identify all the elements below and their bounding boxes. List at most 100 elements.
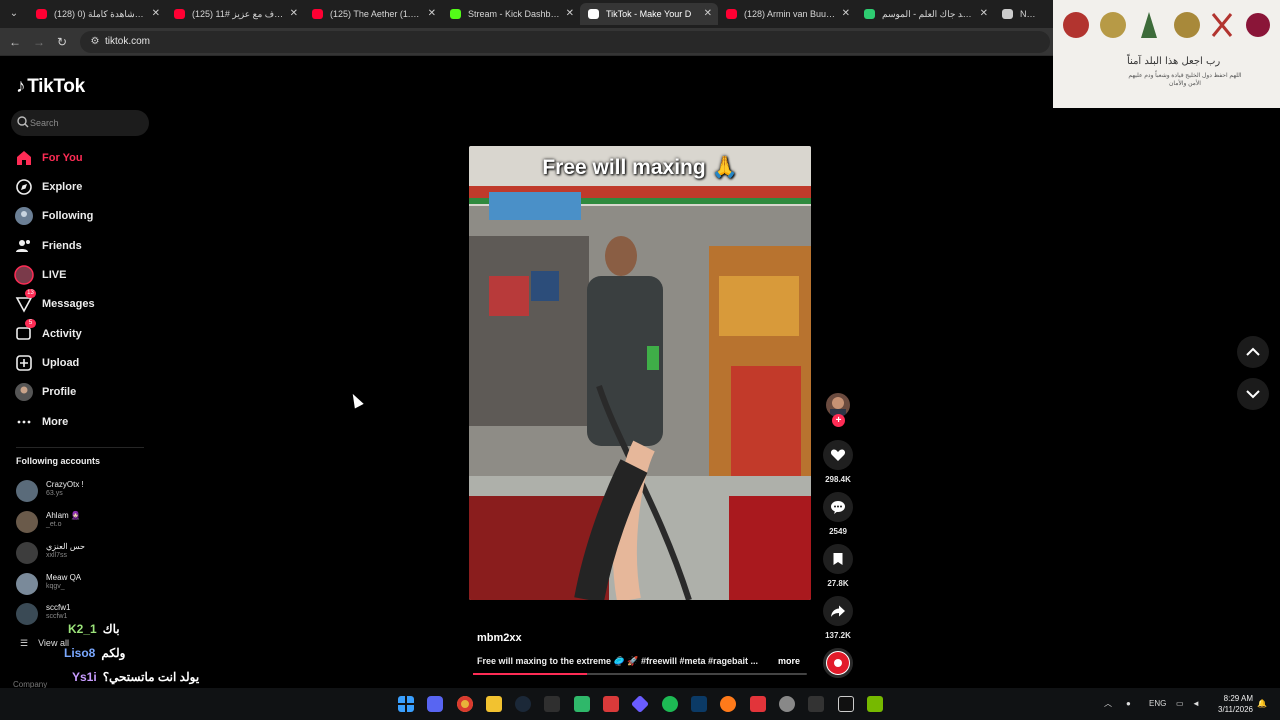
browser-tab[interactable]: (128) البرت شاهدة كاملة (0 ✕ xyxy=(28,3,166,25)
sidebar-item-label: Following xyxy=(42,210,94,222)
sidebar-item-live[interactable]: LIVE xyxy=(14,263,154,287)
tab-favicon-icon xyxy=(864,9,875,19)
tab-close-icon[interactable]: ✕ xyxy=(566,3,574,25)
notification-bell-icon[interactable]: 🔔 xyxy=(1257,688,1267,720)
browser-tab[interactable]: Stream - Kick Dashboard ✕ xyxy=(442,3,580,25)
music-disc-icon[interactable] xyxy=(823,648,853,678)
site-info-icon[interactable]: ⚙ xyxy=(88,35,102,49)
tiktok-note-icon: ♪ xyxy=(16,76,26,97)
red-app-icon[interactable] xyxy=(750,696,766,712)
sidebar-item-explore[interactable]: Explore xyxy=(14,175,154,199)
game-launcher-icon[interactable] xyxy=(574,696,590,712)
sidebar-item-activity[interactable]: 5 Activity xyxy=(14,319,154,346)
sidebar-item-upload[interactable]: Upload xyxy=(14,351,154,375)
following-account[interactable]: حس العنزي xxll7ss xyxy=(16,542,146,568)
video-player[interactable]: Free will maxing 🙏 xyxy=(469,146,811,600)
tab-close-icon[interactable]: ✕ xyxy=(428,3,436,25)
video-author[interactable]: mbm2xx xyxy=(477,632,522,644)
view-all-link[interactable]: ☰ View all xyxy=(20,638,69,649)
forward-arrow-icon[interactable]: → xyxy=(31,34,47,50)
back-arrow-icon[interactable]: ← xyxy=(7,34,23,50)
previous-video-button[interactable] xyxy=(1237,336,1269,368)
share-action[interactable]: 137.2K xyxy=(823,596,853,640)
adobe-icon[interactable] xyxy=(603,696,619,712)
live-avatar-icon xyxy=(14,265,34,285)
chevron-up-icon xyxy=(1246,347,1260,356)
browser-tab[interactable]: (128) Armin van Buuren - ✕ xyxy=(718,3,856,25)
steam-icon[interactable] xyxy=(515,696,531,712)
like-action[interactable]: 298.4K xyxy=(823,440,853,484)
epic-games-icon[interactable] xyxy=(838,696,854,712)
notification-badge: 5 xyxy=(25,319,36,328)
tab-search-chevron-icon[interactable]: ⌄ xyxy=(6,6,22,22)
sidebar-item-following[interactable]: Following xyxy=(14,204,154,228)
tab-favicon-icon xyxy=(312,9,323,19)
sidebar-item-more[interactable]: More xyxy=(14,410,154,434)
more-button[interactable]: more xyxy=(778,656,800,666)
browser-tab[interactable]: TikTok - Make Your D ✕ xyxy=(580,3,718,25)
music-disc-image xyxy=(827,652,849,674)
sidebar-item-label: Explore xyxy=(42,181,83,193)
browser-tab[interactable]: New Tab xyxy=(994,3,1054,25)
streaming-app-icon[interactable] xyxy=(630,694,650,714)
sidebar-item-friends[interactable]: Friends xyxy=(14,234,154,258)
chat-message: Liso8 ولكم xyxy=(64,646,125,660)
video-description: Free will maxing to the extreme 🥏 🚀 #fre… xyxy=(477,656,759,666)
following-account[interactable]: Meaw QA kqgv_ xyxy=(16,573,146,599)
tray-chevron-up-icon[interactable]: ︿ xyxy=(1104,688,1112,720)
friends-icon xyxy=(14,236,34,256)
app-icon[interactable] xyxy=(691,696,707,712)
avatar xyxy=(16,511,38,533)
browser-tab[interactable]: (125) The Aether (1.20.1) ✕ xyxy=(304,3,442,25)
sidebar-item-messages[interactable]: 13 Messages xyxy=(14,289,154,316)
browser-tab[interactable]: (125) حروف مع عزيز #11 ✕ xyxy=(166,3,304,25)
address-bar[interactable]: ⚙ tiktok.com xyxy=(80,31,1050,53)
save-action[interactable]: 27.8K xyxy=(823,544,853,588)
account-handle: _et.o xyxy=(46,521,62,528)
reload-icon[interactable]: ↻ xyxy=(54,34,70,50)
sidebar-item-profile[interactable]: Profile xyxy=(14,380,154,404)
search-input[interactable]: Search xyxy=(11,110,149,136)
sidebar-item-for-you[interactable]: For You xyxy=(14,146,154,170)
search-icon xyxy=(17,116,29,128)
tab-close-icon[interactable]: ✕ xyxy=(704,3,712,25)
video-frame xyxy=(469,146,811,600)
chat-text: باك xyxy=(102,622,120,636)
comment-count: 2549 xyxy=(829,527,847,536)
following-account[interactable]: CrazyOtx ! 63.ys xyxy=(16,480,146,506)
discord-icon[interactable] xyxy=(427,696,443,712)
sidebar-item-label: Profile xyxy=(42,386,77,398)
firefox-icon[interactable] xyxy=(720,696,736,712)
video-progress-bar[interactable] xyxy=(473,673,807,675)
windows-start-icon[interactable] xyxy=(398,696,414,712)
tiktok-logo[interactable]: ♪ TikTok xyxy=(16,76,85,98)
language-indicator[interactable]: ENG xyxy=(1149,688,1166,720)
chat-username: Liso8 xyxy=(64,646,96,660)
account-handle: xxll7ss xyxy=(46,552,68,559)
chrome-icon[interactable] xyxy=(457,696,473,712)
tab-close-icon[interactable]: ✕ xyxy=(980,3,988,25)
nvidia-icon[interactable] xyxy=(867,696,883,712)
microphone-icon[interactable]: ● xyxy=(1126,688,1131,720)
tab-close-icon[interactable]: ✕ xyxy=(842,3,850,25)
comment-button[interactable] xyxy=(823,492,853,522)
save-button[interactable] xyxy=(823,544,853,574)
spotify-icon[interactable] xyxy=(662,696,678,712)
file-explorer-icon[interactable] xyxy=(486,696,502,712)
like-button[interactable] xyxy=(823,440,853,470)
volume-icon[interactable]: ◄ xyxy=(1192,688,1200,720)
browser-tab[interactable]: شاهد جاك العلم - الموسم ✕ xyxy=(856,3,994,25)
system-clock[interactable]: 8:29 AM 3/11/2026 xyxy=(1211,693,1253,715)
obs-icon[interactable] xyxy=(779,696,795,712)
next-video-button[interactable] xyxy=(1237,378,1269,410)
xbox-icon[interactable] xyxy=(544,696,560,712)
network-icon[interactable]: ▭ xyxy=(1176,688,1184,720)
sidebar-item-label: Activity xyxy=(42,328,82,340)
comment-action[interactable]: 2549 xyxy=(823,492,853,536)
tab-close-icon[interactable]: ✕ xyxy=(152,3,160,25)
tab-close-icon[interactable]: ✕ xyxy=(290,3,298,25)
follow-plus-button[interactable]: + xyxy=(832,414,845,427)
tool-icon[interactable] xyxy=(808,696,824,712)
following-account[interactable]: Ahlam 🧕🏻 _et.o xyxy=(16,511,146,537)
share-button[interactable] xyxy=(823,596,853,626)
